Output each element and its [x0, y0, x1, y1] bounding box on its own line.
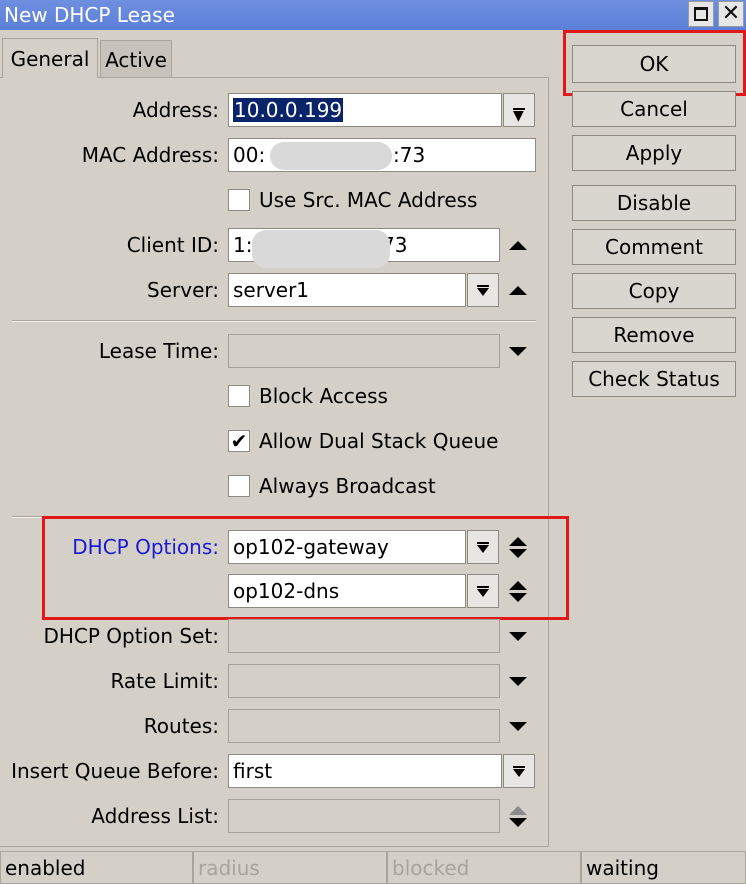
copy-button[interactable]: Copy [572, 273, 736, 309]
triangle-down-icon [509, 346, 527, 356]
server-input[interactable]: server1 [228, 273, 466, 307]
triangle-down-icon [509, 721, 527, 731]
rate-limit-label: Rate Limit: [110, 669, 219, 693]
insert-queue-before-input[interactable]: first [228, 754, 502, 788]
redaction-blur [252, 230, 390, 268]
window-title: New DHCP Lease [4, 3, 175, 27]
status-waiting: waiting [581, 851, 746, 884]
apply-label: Apply [625, 141, 683, 165]
routes-label: Routes: [143, 714, 219, 738]
comment-button[interactable]: Comment [572, 229, 736, 265]
dropdown-icon [513, 765, 525, 777]
tab-active[interactable]: Active [100, 40, 172, 78]
always-broadcast-checkbox[interactable] [228, 475, 250, 497]
insert-queue-before-value: first [233, 759, 273, 783]
address-list-label: Address List: [91, 804, 219, 828]
mac-value-end: :73 [393, 143, 426, 167]
triangle-up-icon [509, 805, 527, 815]
address-dropdown-button[interactable]: ▼ [503, 93, 535, 127]
insert-queue-before-label: Insert Queue Before: [11, 759, 219, 783]
checkmark-icon: ✔ [230, 429, 248, 453]
insert-queue-before-dropdown[interactable] [503, 754, 535, 788]
lease-time-expand-button[interactable] [505, 334, 531, 368]
remove-button[interactable]: Remove [572, 317, 736, 353]
routes-input[interactable] [228, 709, 500, 743]
cancel-button[interactable]: Cancel [572, 91, 736, 127]
check-status-label: Check Status [588, 367, 720, 391]
lease-time-input[interactable] [228, 334, 500, 368]
address-value: 10.0.0.199 [233, 98, 344, 122]
mac-value-start: 00: [233, 143, 266, 167]
server-collapse-button[interactable] [505, 273, 531, 307]
server-dropdown-button[interactable] [467, 273, 499, 307]
triangle-down-icon [509, 631, 527, 641]
mac-address-label: MAC Address: [81, 143, 219, 167]
triangle-up-icon [509, 285, 527, 295]
routes-expand-button[interactable] [505, 709, 531, 743]
lease-time-label: Lease Time: [98, 339, 219, 363]
disable-button[interactable]: Disable [572, 185, 736, 221]
maximize-icon [694, 7, 708, 21]
use-src-mac-label: Use Src. MAC Address [259, 188, 478, 212]
redaction-blur [270, 142, 392, 170]
apply-button[interactable]: Apply [572, 135, 736, 171]
address-list-input[interactable] [228, 799, 500, 833]
status-enabled: enabled [0, 851, 193, 884]
copy-label: Copy [628, 279, 680, 303]
comment-label: Comment [605, 235, 703, 259]
status-radius: radius [193, 851, 387, 884]
address-label: Address: [132, 98, 219, 122]
dropdown-icon [477, 284, 489, 296]
address-list-add-remove[interactable] [505, 799, 531, 833]
highlight-box-dhcp-options [42, 516, 569, 620]
triangle-up-icon [509, 240, 527, 250]
client-id-value-start: 1: [233, 233, 253, 257]
server-label: Server: [147, 278, 219, 302]
allow-dual-stack-checkbox[interactable]: ✔ [228, 430, 250, 452]
close-button[interactable]: ✕ [718, 1, 744, 27]
separator [12, 320, 536, 322]
triangle-down-icon [509, 817, 527, 827]
rate-limit-expand-button[interactable] [505, 664, 531, 698]
dhcp-option-set-expand-button[interactable] [505, 619, 531, 653]
remove-label: Remove [613, 323, 695, 347]
server-value: server1 [233, 278, 310, 302]
status-blocked: blocked [387, 851, 581, 884]
dhcp-option-set-label: DHCP Option Set: [43, 624, 219, 648]
maximize-button[interactable] [688, 1, 714, 27]
highlight-box-ok [563, 30, 746, 96]
dhcp-option-set-input[interactable] [228, 619, 500, 653]
check-status-button[interactable]: Check Status [572, 361, 736, 397]
close-icon: ✕ [721, 1, 741, 26]
block-access-checkbox[interactable] [228, 385, 250, 407]
allow-dual-stack-label: Allow Dual Stack Queue [259, 429, 499, 453]
block-access-label: Block Access [259, 384, 388, 408]
rate-limit-input[interactable] [228, 664, 500, 698]
tab-general-label: General [10, 46, 90, 71]
address-input[interactable]: 10.0.0.199 [228, 93, 502, 127]
tab-active-label: Active [105, 47, 167, 72]
always-broadcast-label: Always Broadcast [259, 474, 436, 498]
triangle-down-icon [509, 676, 527, 686]
cancel-label: Cancel [620, 97, 688, 121]
client-id-label: Client ID: [126, 233, 219, 257]
use-src-mac-checkbox[interactable] [228, 189, 250, 211]
disable-label: Disable [616, 191, 692, 215]
client-id-collapse-button[interactable] [505, 228, 531, 262]
tab-general[interactable]: General [2, 38, 98, 78]
